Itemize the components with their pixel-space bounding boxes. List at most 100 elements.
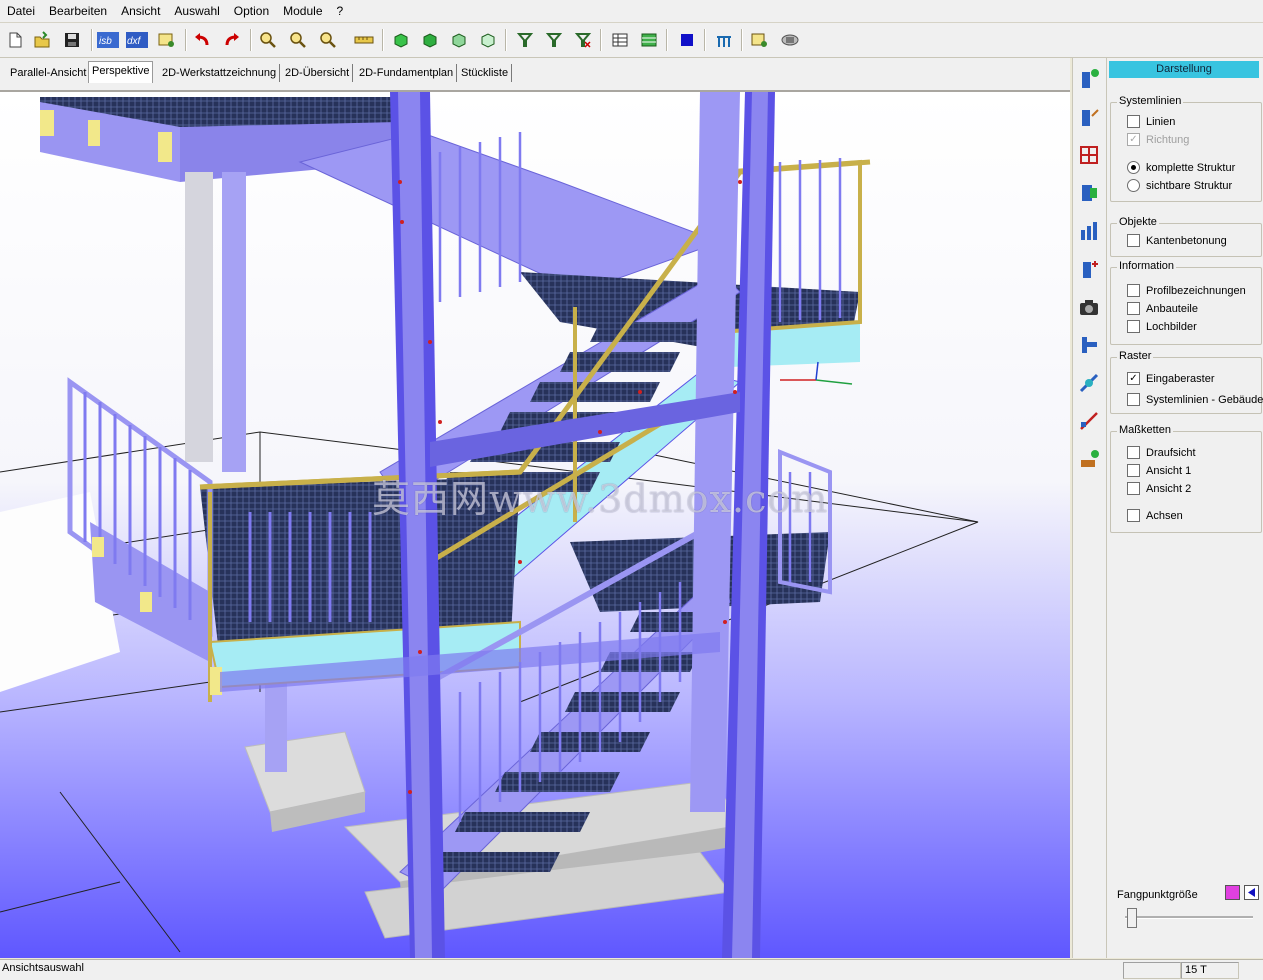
group-label-objekte: Objekte: [1117, 216, 1159, 228]
loch-box[interactable]: [1127, 320, 1140, 333]
tab-2d-uebersicht[interactable]: 2D-Übersicht: [282, 64, 354, 82]
isb-export-icon[interactable]: isb: [96, 28, 120, 52]
ansicht2-label: Ansicht 2: [1146, 482, 1192, 495]
richtung-label: Richtung: [1146, 133, 1190, 146]
cube-view-4-icon[interactable]: [476, 28, 500, 52]
dxf-label: dxf: [127, 36, 142, 47]
ansicht2-box[interactable]: [1127, 482, 1140, 495]
komplette-radio-dot[interactable]: [1127, 161, 1140, 174]
menu-ansicht[interactable]: Ansicht: [114, 0, 167, 22]
sichtbare-radio-dot[interactable]: [1127, 179, 1140, 192]
print-preview-icon[interactable]: [155, 28, 179, 52]
door-icon[interactable]: [1076, 180, 1102, 206]
tab-2d-werkstattzeichnung[interactable]: 2D-Werkstattzeichnung: [159, 64, 281, 82]
blue-square-icon[interactable]: [675, 28, 699, 52]
3d-viewport[interactable]: 莫西网www.3dmox.com: [0, 92, 1070, 958]
stairs-icon[interactable]: [1076, 218, 1102, 244]
cross-brace-icon[interactable]: [1076, 408, 1102, 434]
tab-perspektive[interactable]: Perspektive: [88, 61, 154, 83]
ansicht-2-checkbox[interactable]: Ansicht 2: [1127, 482, 1191, 495]
fangpunkt-slider-track[interactable]: [1125, 916, 1253, 919]
achsen-box[interactable]: [1127, 509, 1140, 522]
render-icon[interactable]: [778, 28, 802, 52]
ansicht1-box[interactable]: [1127, 464, 1140, 477]
column-add-icon[interactable]: [1076, 66, 1102, 92]
tab-2d-fundamentplan[interactable]: 2D-Fundamentplan: [356, 64, 458, 82]
systemlinien-gebaeude-checkbox[interactable]: Systemlinien - Gebäude: [1127, 393, 1263, 406]
toolbar-separator: [185, 29, 187, 51]
komplette-label: komplette Struktur: [1146, 161, 1236, 174]
ansicht-1-checkbox[interactable]: Ansicht 1: [1127, 464, 1191, 477]
lochbilder-checkbox[interactable]: Lochbilder: [1127, 320, 1197, 333]
komplette-struktur-radio[interactable]: komplette Struktur: [1127, 161, 1235, 174]
profilbezeichnungen-checkbox[interactable]: Profilbezeichnungen: [1127, 284, 1246, 297]
kantenbetonung-box[interactable]: [1127, 234, 1140, 247]
green-table-icon[interactable]: [637, 28, 661, 52]
new-file-icon[interactable]: [3, 28, 27, 52]
menu-auswahl[interactable]: Auswahl: [167, 0, 226, 22]
redo-arrow-icon[interactable]: [220, 28, 244, 52]
group-masketten: Maßketten Draufsicht Ansicht 1 Ansicht 2…: [1110, 424, 1262, 533]
linien-box[interactable]: [1127, 115, 1140, 128]
eingabe-box[interactable]: ✓: [1127, 372, 1140, 385]
structure-icon[interactable]: [712, 28, 736, 52]
profil-box[interactable]: [1127, 284, 1140, 297]
achsen-checkbox[interactable]: Achsen: [1127, 509, 1183, 522]
cube-view-1-icon[interactable]: [389, 28, 413, 52]
tab-parallel-ansicht[interactable]: Parallel-Ansicht: [7, 64, 91, 82]
kantenbetonung-checkbox[interactable]: Kantenbetonung: [1127, 234, 1227, 247]
fangpunkt-slider-thumb[interactable]: [1127, 908, 1138, 928]
dxf-export-icon[interactable]: dxf: [125, 28, 149, 52]
linien-checkbox[interactable]: Linien: [1127, 115, 1175, 128]
cube-view-2-icon[interactable]: [418, 28, 442, 52]
menu-bar: Datei Bearbeiten Ansicht Auswahl Option …: [0, 0, 1263, 23]
cube-view-3-icon[interactable]: [447, 28, 471, 52]
menu-datei[interactable]: Datei: [0, 0, 42, 22]
gebaeude-box[interactable]: [1127, 393, 1140, 406]
menu-bearbeiten[interactable]: Bearbeiten: [42, 0, 114, 22]
main-toolbar: isb dxf: [0, 23, 1263, 58]
tab-stueckliste[interactable]: Stückliste: [458, 64, 513, 82]
open-folder-icon[interactable]: [30, 28, 54, 52]
filter-2-icon[interactable]: [542, 28, 566, 52]
camera-icon[interactable]: [1076, 294, 1102, 320]
toolbar-separator: [600, 29, 602, 51]
menu-module[interactable]: Module: [276, 0, 329, 22]
drauf-box[interactable]: [1127, 446, 1140, 459]
undo-arrow-icon[interactable]: [190, 28, 214, 52]
measure-ruler-icon[interactable]: [352, 28, 376, 52]
vertical-toolbar: [1072, 58, 1107, 958]
column-plus-icon[interactable]: [1076, 256, 1102, 282]
column-edit-icon[interactable]: [1076, 104, 1102, 130]
achsen-label: Achsen: [1146, 509, 1183, 522]
anbauteile-checkbox[interactable]: Anbauteile: [1127, 302, 1198, 315]
menu-option[interactable]: Option: [227, 0, 276, 22]
draufsicht-checkbox[interactable]: Draufsicht: [1127, 446, 1196, 459]
watermark-text: 莫西网www.3dmox.com: [372, 477, 829, 521]
toolbar-separator: [704, 29, 706, 51]
stair-model: [0, 92, 979, 958]
filter-3-icon[interactable]: [571, 28, 595, 52]
linien-label: Linien: [1146, 115, 1176, 128]
beam-icon[interactable]: [1076, 332, 1102, 358]
zoom-fit-icon[interactable]: [316, 28, 340, 52]
layer-icon[interactable]: [748, 28, 772, 52]
grid-table-icon[interactable]: [608, 28, 632, 52]
sichtbare-struktur-radio[interactable]: sichtbare Struktur: [1127, 179, 1232, 192]
fangpunkt-direction-icon[interactable]: [1244, 885, 1259, 900]
eingaberaster-checkbox[interactable]: ✓ Eingaberaster: [1127, 372, 1215, 385]
menu-help[interactable]: ?: [330, 0, 351, 22]
grid-frame-icon[interactable]: [1076, 142, 1102, 168]
zoom-in-icon[interactable]: [256, 28, 280, 52]
richtung-checkbox: ✓ Richtung: [1127, 133, 1189, 146]
toolbar-separator: [741, 29, 743, 51]
anbau-box[interactable]: [1127, 302, 1140, 315]
anchor-icon[interactable]: [1076, 446, 1102, 472]
fangpunkt-color-swatch[interactable]: [1225, 885, 1240, 900]
connection-icon[interactable]: [1076, 370, 1102, 396]
toolbar-separator: [666, 29, 668, 51]
loch-label: Lochbilder: [1146, 320, 1197, 333]
save-disk-icon[interactable]: [60, 28, 84, 52]
zoom-out-icon[interactable]: [286, 28, 310, 52]
filter-1-icon[interactable]: [513, 28, 537, 52]
